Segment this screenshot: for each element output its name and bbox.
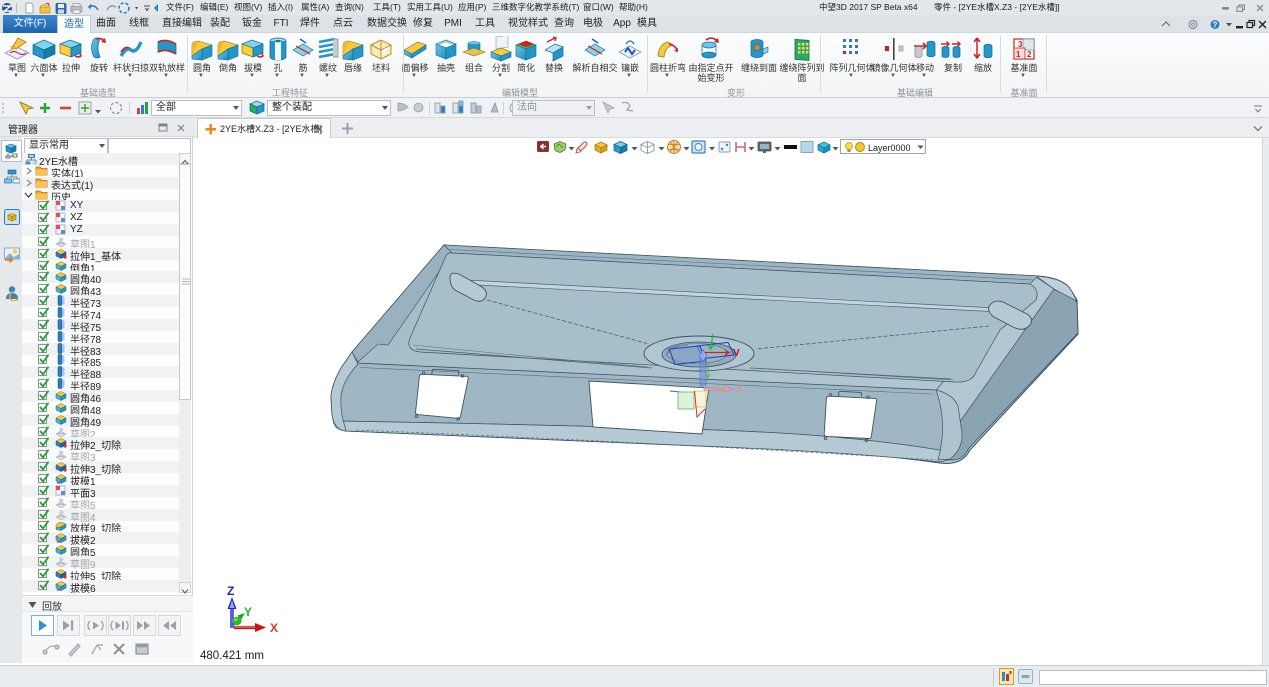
svg-text:X: X: [736, 384, 743, 395]
svg-text:Z: Z: [227, 584, 234, 598]
svg-text:V: V: [733, 348, 740, 359]
svg-text:Y: Y: [244, 605, 252, 619]
svg-text:?: ?: [1213, 21, 1218, 30]
svg-text:X: X: [270, 621, 278, 635]
